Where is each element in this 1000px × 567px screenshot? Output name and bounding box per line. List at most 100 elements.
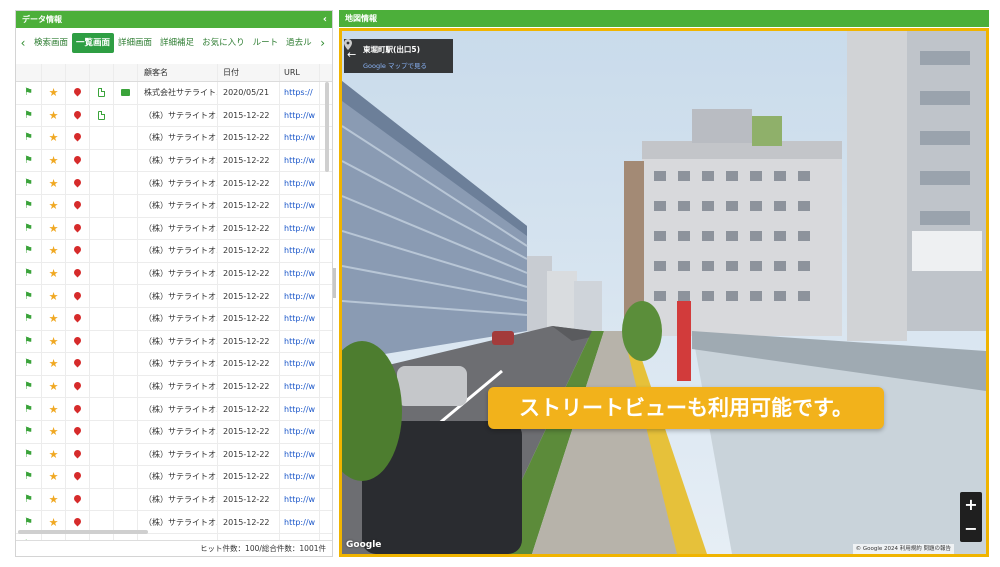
tab-scroll-right-icon[interactable]: › [316,36,330,50]
tab-detail[interactable]: 詳細画面 [114,33,156,53]
table-row[interactable]: ⚑★ （株）サテライトオ…2015-12-22http://w [16,194,332,218]
map-pin-icon[interactable] [66,104,90,127]
map-pin-icon[interactable] [66,240,90,262]
document-icon[interactable] [90,82,114,104]
flag-icon[interactable]: ⚑ [16,285,42,307]
star-icon[interactable]: ★ [42,262,66,285]
map-pin-icon[interactable] [66,466,90,488]
table-row[interactable]: ⚑★ （株）サテライトオ…2015-12-22http://w [16,353,332,376]
flag-icon[interactable]: ⚑ [16,82,42,104]
vertical-scrollbar[interactable] [325,82,329,172]
flag-icon[interactable]: ⚑ [16,194,42,217]
table-row[interactable]: ⚑★ （株）サテライトオ…2015-12-22http://w [16,217,332,241]
map-pin-icon[interactable] [66,443,90,466]
table-row[interactable]: ⚑★ （株）サテライトオ…2015-12-22http://w [16,240,332,263]
flag-icon[interactable]: ⚑ [16,466,42,488]
star-icon[interactable]: ★ [42,420,66,443]
map-pin-icon[interactable] [66,307,90,330]
star-icon[interactable]: ★ [42,194,66,217]
flag-icon[interactable]: ⚑ [16,240,42,262]
star-icon[interactable]: ★ [42,217,66,240]
flag-icon[interactable]: ⚑ [16,353,42,375]
tab-route[interactable]: ルート [249,33,283,53]
flag-icon[interactable]: ⚑ [16,420,42,443]
table-row[interactable]: ⚑★ （株）サテライトオ…2015-12-22http://w [16,375,332,399]
url-link[interactable]: http://w [280,375,320,398]
flag-icon[interactable]: ⚑ [16,330,42,353]
map-pin-icon[interactable] [66,262,90,285]
star-icon[interactable]: ★ [42,375,66,398]
url-link[interactable]: http://w [280,330,320,353]
table-row[interactable]: ⚑★ （株）サテライトオ…2015-12-22http://w [16,285,332,308]
map-pin-icon[interactable] [66,488,90,511]
map-pin-icon[interactable] [66,398,90,420]
url-link[interactable]: http://w [280,511,320,533]
map-pin-icon[interactable] [66,330,90,353]
star-icon[interactable]: ★ [42,466,66,488]
table-row[interactable]: ⚑★ （株）サテライトオ…2015-12-22http://w [16,420,332,444]
url-link[interactable]: http://w [280,420,320,443]
url-link[interactable]: http://w [280,353,320,375]
flag-icon[interactable]: ⚑ [16,127,42,149]
url-link[interactable]: http://w [280,172,320,194]
url-link[interactable]: https:// [280,82,320,104]
flag-icon[interactable]: ⚑ [16,307,42,330]
map-pin-icon[interactable] [66,375,90,398]
map-pin-icon[interactable] [66,420,90,443]
table-row[interactable]: ⚑★ （株）サテライトオ…2015-12-22http://w [16,466,332,489]
flag-icon[interactable]: ⚑ [16,443,42,466]
flag-icon[interactable]: ⚑ [16,172,42,194]
url-link[interactable]: http://w [280,307,320,330]
star-icon[interactable]: ★ [42,285,66,307]
zoom-out-button[interactable]: − [960,518,982,540]
star-icon[interactable]: ★ [42,149,66,172]
star-icon[interactable]: ★ [42,398,66,420]
map-pin-icon[interactable] [66,353,90,375]
flag-icon[interactable]: ⚑ [16,488,42,511]
star-icon[interactable]: ★ [42,82,66,104]
url-link[interactable]: http://w [280,262,320,285]
table-row[interactable]: ⚑★ （株）サテライトオ…2015-12-22http://w [16,398,332,421]
table-row[interactable]: ⚑★ （株）サテライトオ…2015-12-22http://w [16,149,332,173]
url-link[interactable]: http://w [280,488,320,511]
table-row[interactable]: ⚑★ （株）サテライトオ…2015-12-22http://w [16,172,332,195]
flag-icon[interactable]: ⚑ [16,149,42,172]
map-pin-icon[interactable] [66,127,90,149]
star-icon[interactable]: ★ [42,104,66,127]
url-link[interactable]: http://w [280,127,320,149]
star-icon[interactable]: ★ [42,240,66,262]
star-icon[interactable]: ★ [42,443,66,466]
url-link[interactable]: http://w [280,240,320,262]
map-pin-icon[interactable] [66,149,90,172]
tab-past-route[interactable]: 過去ル [282,33,316,53]
table-row[interactable]: ⚑★ （株）サテライトオ…2015-12-22http://w [16,262,332,286]
column-header-name[interactable]: 顧客名 [138,64,218,81]
tab-detail-supplement[interactable]: 詳細補足 [156,33,198,53]
star-icon[interactable]: ★ [42,307,66,330]
url-link[interactable]: http://w [280,285,320,307]
star-icon[interactable]: ★ [42,330,66,353]
document-icon[interactable] [90,104,114,127]
url-link[interactable]: http://w [280,149,320,172]
tab-list[interactable]: 一覧画面 [72,33,115,53]
flag-icon[interactable]: ⚑ [16,398,42,420]
url-link[interactable]: http://w [280,443,320,466]
chevron-left-icon[interactable]: ‹ [323,11,327,28]
url-link[interactable]: http://w [280,104,320,127]
flag-icon[interactable]: ⚑ [16,375,42,398]
map-pin-icon[interactable] [344,39,352,50]
table-row[interactable]: ⚑★ （株）サテライトオ…2015-12-22http://w [16,104,332,128]
map-pin-icon[interactable] [66,217,90,240]
table-row[interactable]: ⚑★ （株）サテライトオ…2015-12-22http://w [16,443,332,467]
tab-favorites[interactable]: お気に入り [198,33,249,53]
url-link[interactable]: http://w [280,217,320,240]
star-icon[interactable]: ★ [42,127,66,149]
star-icon[interactable]: ★ [42,353,66,375]
street-view[interactable]: ← 東堀町駅(出口5) Google マップで見る ストリートビューも利用可能で… [339,28,989,557]
table-row[interactable]: ⚑★ （株）サテライトオ…2015-12-22http://w [16,488,332,512]
map-pin-icon[interactable] [66,82,90,104]
table-row[interactable]: ⚑ ★ 株式会社サテライト… 2020/05/21 https:// [16,82,332,105]
url-link[interactable]: http://w [280,398,320,420]
zoom-in-button[interactable]: + [960,494,982,516]
flag-icon[interactable]: ⚑ [16,262,42,285]
